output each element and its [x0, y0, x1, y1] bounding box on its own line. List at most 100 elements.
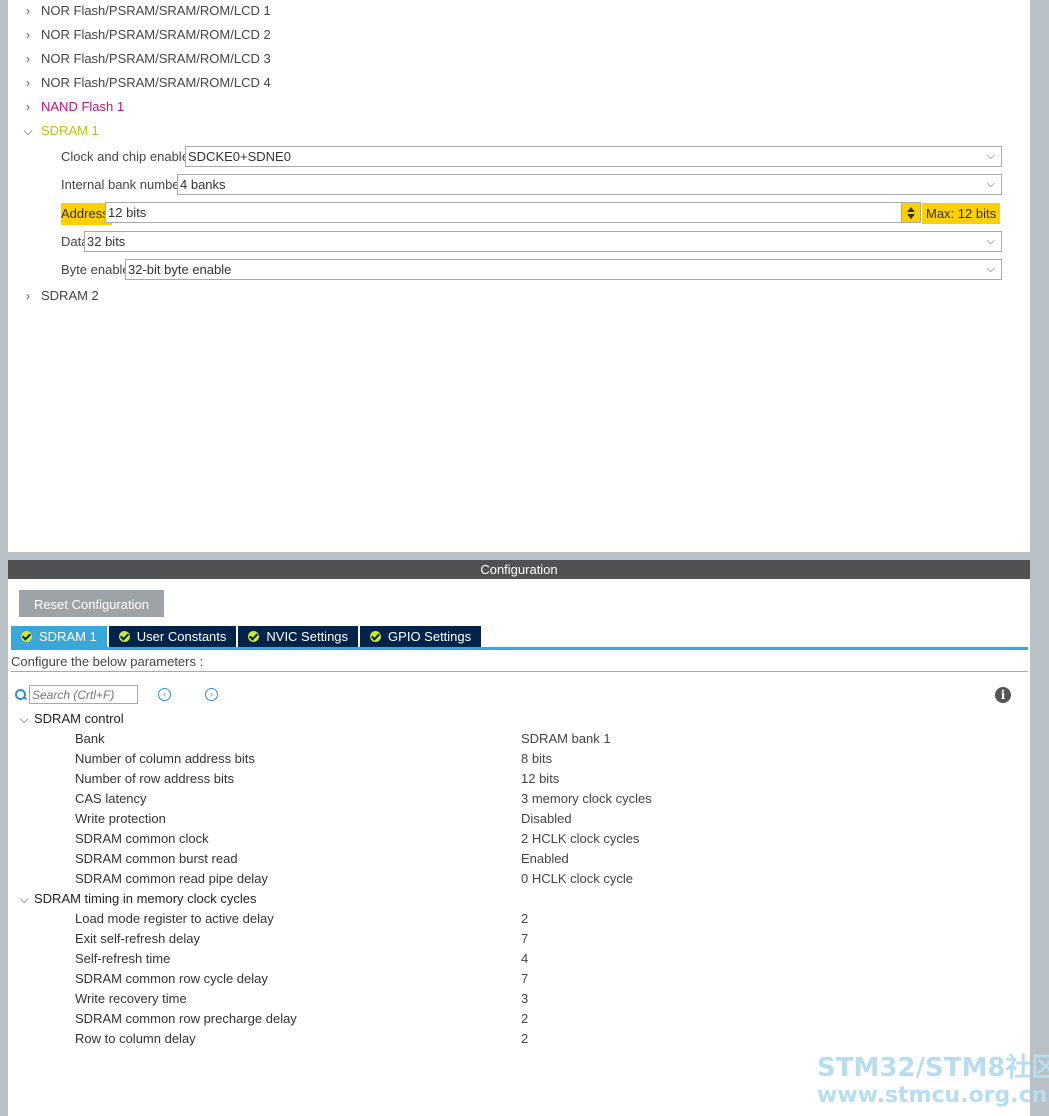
- param-name[interactable]: Number of column address bits: [75, 749, 255, 769]
- param-label: Byte enable: [61, 262, 130, 277]
- spinner-value: 12 bits: [108, 205, 147, 220]
- param-value[interactable]: 2: [521, 1029, 528, 1049]
- chevron-down-icon[interactable]: ⌵: [16, 889, 32, 909]
- byte-enable-select[interactable]: 32-bit byte enable ⌵: [125, 259, 1002, 280]
- tree-item-nor-lcd-4[interactable]: › NOR Flash/PSRAM/SRAM/ROM/LCD 4: [20, 72, 271, 94]
- param-name[interactable]: SDRAM common row cycle delay: [75, 969, 268, 989]
- chevron-down-icon[interactable]: ⌵: [20, 120, 36, 142]
- tab-label: GPIO Settings: [388, 629, 472, 644]
- tree-item-nor-lcd-3[interactable]: › NOR Flash/PSRAM/SRAM/ROM/LCD 3: [20, 48, 271, 70]
- check-circle-icon: [248, 631, 260, 642]
- tree-item-nor-lcd-2[interactable]: › NOR Flash/PSRAM/SRAM/ROM/LCD 2: [20, 24, 271, 46]
- previous-match-icon[interactable]: ‹: [158, 688, 171, 701]
- mode-tree-panel: › NOR Flash/PSRAM/SRAM/ROM/LCD 1 › NOR Fla…: [8, 0, 1030, 552]
- param-value[interactable]: Enabled: [521, 849, 569, 869]
- group-sdram-control[interactable]: ⌵ SDRAM control: [16, 709, 124, 729]
- tree-item-sdram-1[interactable]: ⌵ SDRAM 1: [20, 120, 98, 142]
- select-value: 32-bit byte enable: [128, 262, 232, 277]
- param-value[interactable]: 4: [521, 949, 528, 969]
- data-width-select[interactable]: 32 bits ⌵: [84, 231, 1002, 252]
- param-value[interactable]: 7: [521, 929, 528, 949]
- tree-item-sdram-2[interactable]: › SDRAM 2: [20, 285, 99, 307]
- param-value[interactable]: 2: [521, 1009, 528, 1029]
- search-bar: [15, 684, 138, 705]
- param-name[interactable]: Bank: [75, 729, 105, 749]
- param-name[interactable]: Number of row address bits: [75, 769, 234, 789]
- check-circle-icon: [21, 631, 32, 642]
- param-name[interactable]: SDRAM common read pipe delay: [75, 869, 268, 889]
- param-value[interactable]: 2: [521, 909, 528, 929]
- chevron-down-icon[interactable]: ⌵: [16, 709, 32, 729]
- tab-sdram-1[interactable]: SDRAM 1: [11, 626, 107, 647]
- spinner-arrows-icon[interactable]: [901, 203, 920, 222]
- chevron-right-icon[interactable]: ›: [20, 48, 36, 70]
- param-name[interactable]: SDRAM common burst read: [75, 849, 238, 869]
- tab-nvic-settings[interactable]: NVIC Settings: [238, 626, 359, 647]
- param-clock-chip-enable: Clock and chip enable: [61, 146, 191, 168]
- param-label: Clock and chip enable: [61, 149, 189, 164]
- tree-item-nand-flash-1[interactable]: › NAND Flash 1: [20, 96, 124, 118]
- param-name[interactable]: Self-refresh time: [75, 949, 170, 969]
- search-input[interactable]: [29, 685, 138, 704]
- address-spinner[interactable]: 12 bits: [105, 202, 921, 223]
- internal-bank-number-select[interactable]: 4 banks ⌵: [177, 174, 1002, 195]
- param-byte-enable: Byte enable: [61, 259, 132, 281]
- param-name[interactable]: Row to column delay: [75, 1029, 196, 1049]
- select-value: 32 bits: [87, 234, 126, 249]
- tab-label: User Constants: [136, 629, 227, 644]
- param-name[interactable]: Write protection: [75, 809, 166, 829]
- tree-item-label: SDRAM 2: [41, 288, 99, 303]
- group-title: SDRAM timing in memory clock cycles: [34, 891, 257, 906]
- param-name[interactable]: SDRAM common row precharge delay: [75, 1009, 297, 1029]
- tab-label: SDRAM 1: [39, 629, 97, 644]
- group-sdram-timing[interactable]: ⌵ SDRAM timing in memory clock cycles: [16, 889, 257, 909]
- tree-item-label: NOR Flash/PSRAM/SRAM/ROM/LCD 1: [41, 3, 271, 18]
- config-tabs: SDRAM 1 User Constants NVIC Settings GPI…: [11, 626, 483, 647]
- param-value[interactable]: Disabled: [521, 809, 572, 829]
- param-name[interactable]: Load mode register to active delay: [75, 909, 274, 929]
- param-value[interactable]: SDRAM bank 1: [521, 729, 611, 749]
- param-internal-bank-number: Internal bank number: [61, 174, 186, 196]
- chevron-down-icon: ⌵: [986, 150, 995, 162]
- address-max-hint: Max: 12 bits: [922, 203, 1001, 224]
- configure-hint: Configure the below parameters :: [11, 652, 1028, 672]
- param-value[interactable]: 7: [521, 969, 528, 989]
- param-name[interactable]: CAS latency: [75, 789, 147, 809]
- site-watermark: STM32/STM8社区 www.stmcu.org.cn: [817, 1055, 1049, 1109]
- group-title: SDRAM control: [34, 711, 124, 726]
- watermark-line1: STM32/STM8社区: [817, 1053, 1049, 1083]
- param-name[interactable]: SDRAM common clock: [75, 829, 209, 849]
- next-match-icon[interactable]: ›: [205, 688, 218, 701]
- reset-configuration-button[interactable]: Reset Configuration: [19, 590, 164, 617]
- search-icon: [15, 688, 27, 701]
- clock-chip-enable-select[interactable]: SDCKE0+SDNE0 ⌵: [185, 146, 1002, 167]
- tree-item-label: NOR Flash/PSRAM/SRAM/ROM/LCD 3: [41, 51, 271, 66]
- param-value[interactable]: 8 bits: [521, 749, 552, 769]
- window-frame-right: [1030, 0, 1049, 1116]
- chevron-down-icon: ⌵: [986, 178, 995, 190]
- tree-item-label: NOR Flash/PSRAM/SRAM/ROM/LCD 2: [41, 27, 271, 42]
- configuration-header: Configuration: [8, 560, 1030, 579]
- panel-splitter[interactable]: [8, 552, 1030, 560]
- tree-item-label: NAND Flash 1: [41, 99, 125, 114]
- chevron-right-icon[interactable]: ›: [20, 285, 36, 307]
- tab-label: NVIC Settings: [266, 629, 349, 644]
- tree-item-nor-lcd-1[interactable]: › NOR Flash/PSRAM/SRAM/ROM/LCD 1: [20, 0, 271, 22]
- chevron-right-icon[interactable]: ›: [20, 0, 36, 22]
- info-icon[interactable]: i: [995, 687, 1011, 703]
- tab-gpio-settings[interactable]: GPIO Settings: [360, 626, 482, 647]
- tab-user-constants[interactable]: User Constants: [108, 626, 237, 647]
- configuration-panel: Configuration Reset Configuration SDRAM …: [8, 560, 1030, 1116]
- param-value[interactable]: 3: [521, 989, 528, 1009]
- param-value[interactable]: 2 HCLK clock cycles: [521, 829, 639, 849]
- param-value[interactable]: 3 memory clock cycles: [521, 789, 652, 809]
- tab-underline: [11, 647, 1028, 650]
- chevron-right-icon[interactable]: ›: [20, 72, 36, 94]
- param-value[interactable]: 0 HCLK clock cycle: [521, 869, 633, 889]
- chevron-right-icon[interactable]: ›: [20, 96, 36, 118]
- param-name[interactable]: Exit self-refresh delay: [75, 929, 200, 949]
- chevron-right-icon[interactable]: ›: [20, 24, 36, 46]
- param-name[interactable]: Write recovery time: [75, 989, 187, 1009]
- param-label: Internal bank number: [61, 177, 184, 192]
- param-value[interactable]: 12 bits: [521, 769, 559, 789]
